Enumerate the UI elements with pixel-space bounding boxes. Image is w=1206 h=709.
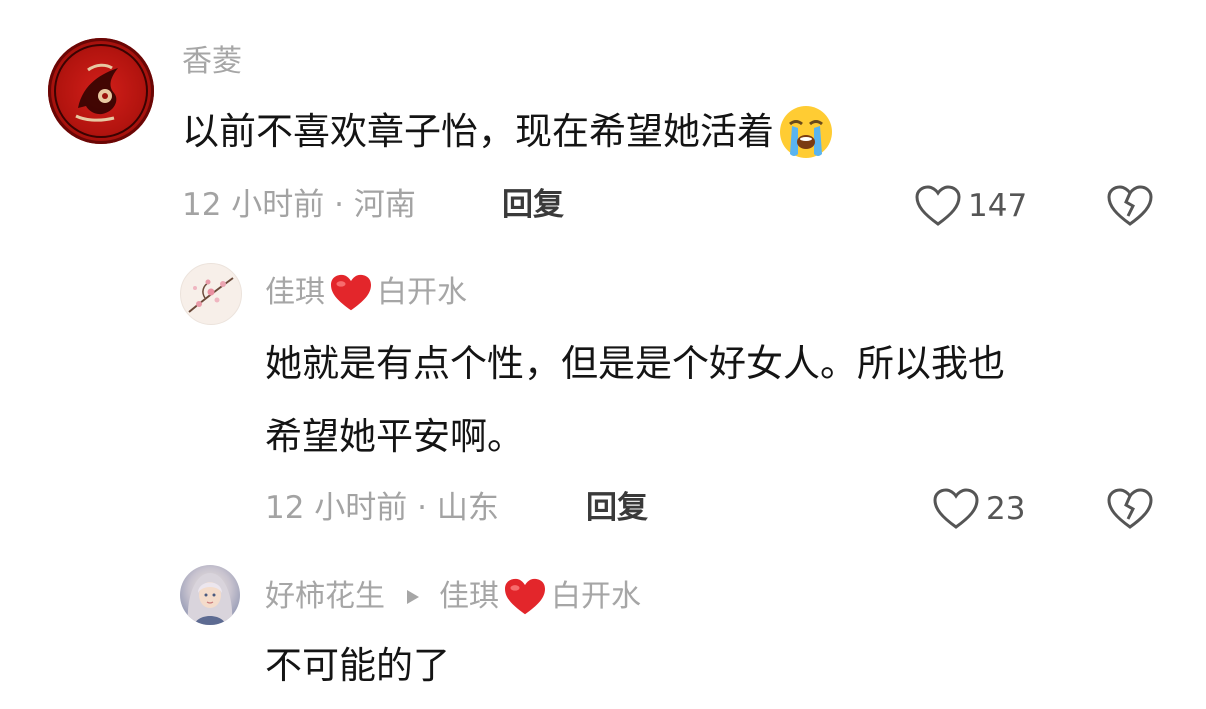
reply2-text: 不可能的了 (265, 644, 450, 687)
comment-text: 以前不喜欢章子怡，现在希望她活着 (182, 100, 834, 164)
broken-heart-icon (1107, 488, 1153, 529)
comment-text-content: 以前不喜欢章子怡，现在希望她活着 (182, 110, 774, 153)
reply1-text-line2: 希望她平安啊。 (265, 415, 524, 458)
reply2-reply-to-part2[interactable]: 白开水 (551, 579, 641, 615)
reply1-author[interactable]: 佳琪 白开水 (265, 273, 467, 313)
reply2-reply-to-part1[interactable]: 佳琪 (439, 579, 499, 615)
reply2-author[interactable]: 好柿花生 (265, 579, 385, 615)
loudly-crying-face-icon (780, 106, 832, 158)
reply1-avatar[interactable] (180, 263, 242, 325)
reply-arrow-icon (407, 590, 419, 604)
reply1-like-count: 23 (986, 491, 1026, 527)
reply1-text-line1: 她就是有点个性，但是是个好女人。所以我也 (265, 342, 1005, 385)
commenter-name-text: 香菱 (182, 44, 242, 79)
reply1-author-part1: 佳琪 (265, 275, 325, 310)
dragon-emblem-icon (54, 44, 148, 138)
broken-heart-icon (1107, 185, 1153, 226)
comment-reply-button[interactable]: 回复 (502, 187, 564, 223)
heart-outline-icon (933, 488, 979, 529)
comment-like-count: 147 (968, 188, 1028, 224)
commenter-name[interactable]: 香菱 (182, 44, 242, 80)
reply1-like-button[interactable]: 23 (932, 487, 1025, 531)
comment-meta: 12 小时前 · 河南 (182, 187, 416, 223)
reply1-dislike-button[interactable] (1106, 487, 1154, 535)
reply2-author-line: 好柿花生 佳琪 白开水 (265, 577, 641, 617)
red-heart-icon (331, 274, 371, 311)
comment-like-button[interactable]: 147 (914, 184, 1027, 228)
heart-outline-icon (915, 185, 961, 226)
red-heart-icon (505, 578, 545, 615)
reply1-meta: 12 小时前 · 山东 (265, 490, 499, 526)
girl-portrait-icon (187, 573, 233, 625)
reply1-author-part2: 白开水 (377, 275, 467, 310)
commenter-avatar[interactable] (48, 38, 154, 144)
plum-blossom-icon (188, 277, 234, 313)
reply1-reply-button[interactable]: 回复 (586, 490, 648, 526)
comment-dislike-button[interactable] (1106, 184, 1154, 232)
reply2-avatar[interactable] (180, 565, 240, 625)
